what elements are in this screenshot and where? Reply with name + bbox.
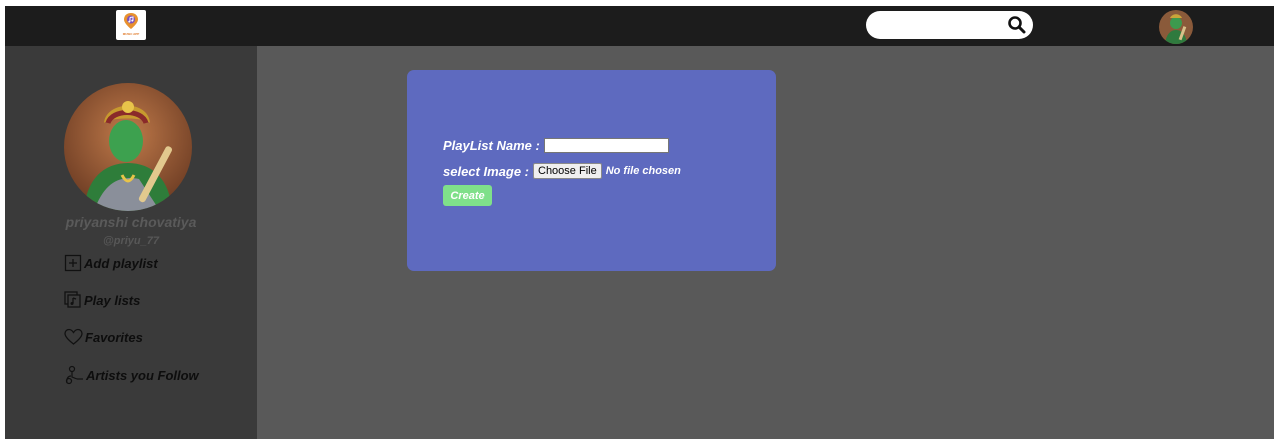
select-image-row: select Image : Choose File No file chose… [443, 163, 681, 179]
app-logo[interactable]: MUSIC APP [116, 10, 146, 40]
sidebar-item-label: Artists you Follow [86, 367, 199, 383]
music-location-pin-logo-icon [124, 13, 138, 29]
artist-icon [65, 365, 83, 385]
playlist-name-row: PlayList Name : [443, 138, 669, 153]
user-name: priyanshi chovatiya [65, 214, 197, 230]
profile-picture [64, 83, 192, 211]
sidebar-item-artists-you-follow[interactable]: Artists you Follow [64, 365, 199, 385]
logo-text: MUSIC APP [122, 32, 140, 36]
plus-square-icon [64, 254, 82, 272]
avatar-image-icon [1159, 10, 1193, 44]
search-icon [1008, 16, 1026, 34]
playlist-name-label: PlayList Name : [443, 138, 540, 153]
playlist-icon [64, 291, 81, 308]
user-handle: @priyu_77 [103, 235, 159, 247]
sidebar-item-label: Favorites [85, 329, 143, 345]
sidebar-item-play-lists[interactable]: Play lists [64, 291, 140, 309]
app-window: MUSIC APP priyanshi chovatiya @priyu_77 … [5, 6, 1274, 439]
create-button[interactable]: Create [443, 185, 492, 206]
sidebar-item-add-playlist[interactable]: Add playlist [64, 254, 158, 272]
create-playlist-card: PlayList Name : select Image : Choose Fi… [407, 70, 776, 271]
sidebar-item-favorites[interactable]: Favorites [64, 328, 143, 346]
select-image-label: select Image : [443, 163, 529, 179]
heart-icon [64, 328, 83, 345]
user-avatar[interactable] [1159, 10, 1193, 44]
top-navbar: MUSIC APP [5, 6, 1274, 46]
sidebar: priyanshi chovatiya @priyu_77 Add playli… [5, 46, 257, 439]
search-button[interactable] [1006, 14, 1028, 36]
profile-image-icon [64, 83, 192, 211]
file-status-text: No file chosen [605, 165, 681, 177]
sidebar-item-label: Play lists [84, 292, 141, 308]
choose-file-button[interactable]: Choose File [533, 163, 602, 179]
sidebar-item-label: Add playlist [84, 255, 158, 271]
playlist-name-input[interactable] [543, 138, 669, 153]
